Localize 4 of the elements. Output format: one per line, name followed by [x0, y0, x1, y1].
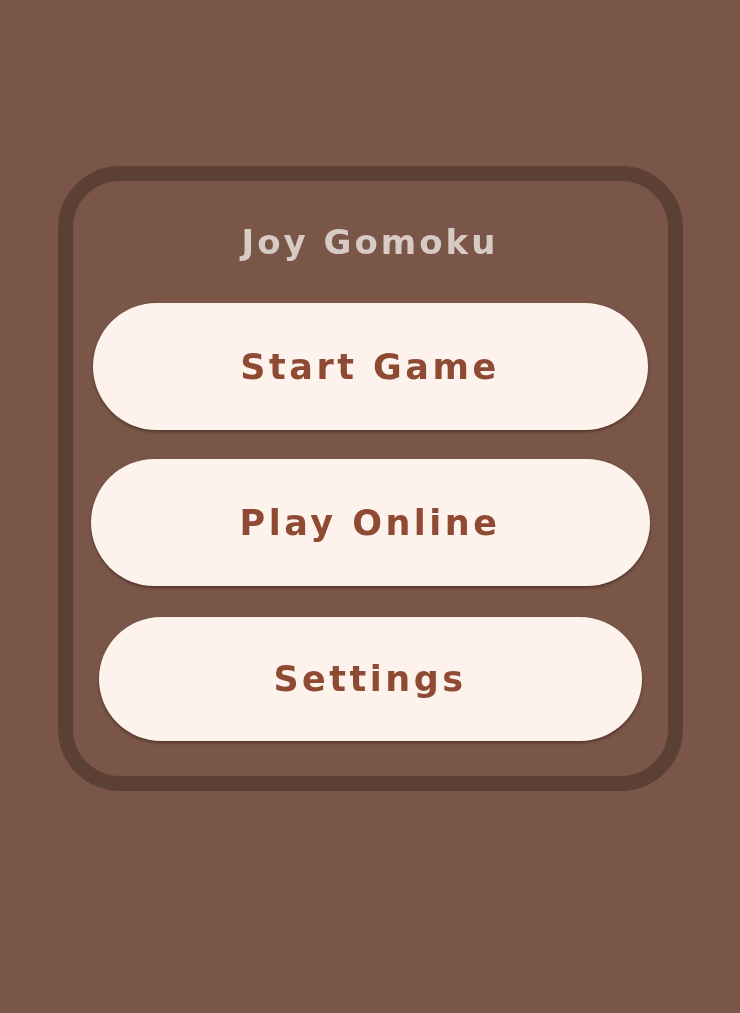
menu-button[interactable]: Play Online [90, 459, 650, 586]
menu-button[interactable]: Settings [98, 617, 642, 741]
game-title: Joy Gomoku [241, 221, 499, 264]
menu-button[interactable]: Start Game [92, 303, 648, 430]
